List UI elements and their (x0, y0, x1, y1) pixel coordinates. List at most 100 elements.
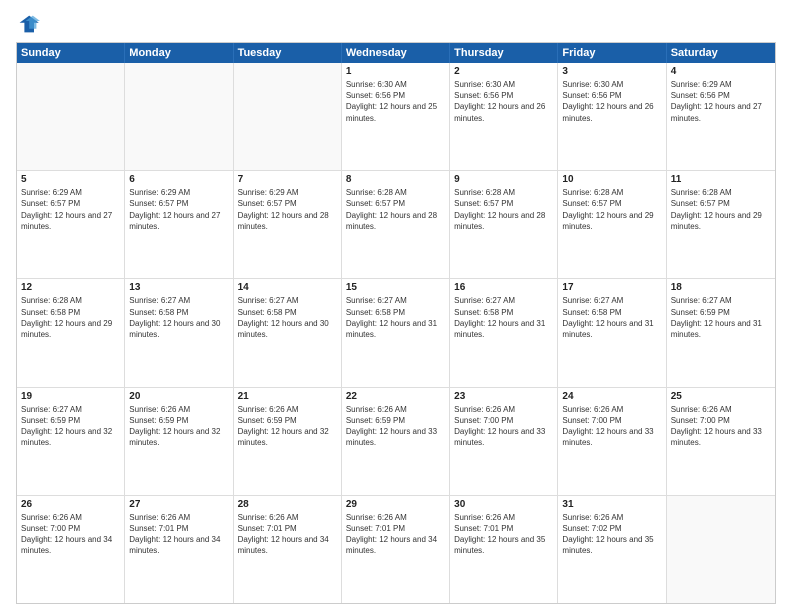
day-number: 28 (238, 499, 337, 510)
day-info: Sunrise: 6:29 AM Sunset: 6:56 PM Dayligh… (671, 79, 771, 124)
day-cell-26: 26 Sunrise: 6:26 AM Sunset: 7:00 PM Dayli… (17, 496, 125, 603)
day-cell-29: 29Sunrise: 6:26 AM Sunset: 7:01 PM Dayli… (342, 496, 450, 603)
day-number: 9 (454, 174, 553, 185)
day-info: Sunrise: 6:26 AM Sunset: 7:00 PM Dayligh… (21, 512, 120, 557)
day-info: Sunrise: 6:26 AM Sunset: 7:00 PM Dayligh… (562, 404, 661, 449)
day-info: Sunrise: 6:29 AM Sunset: 6:57 PM Dayligh… (238, 187, 337, 232)
day-info: Sunrise: 6:26 AM Sunset: 7:00 PM Dayligh… (454, 404, 553, 449)
day-cell-5: 5 Sunrise: 6:29 AM Sunset: 6:57 PM Daylig… (17, 171, 125, 278)
day-number: 26 (21, 499, 120, 510)
day-info: Sunrise: 6:28 AM Sunset: 6:57 PM Dayligh… (562, 187, 661, 232)
day-number: 24 (562, 391, 661, 402)
day-number: 30 (454, 499, 553, 510)
empty-cell (17, 63, 125, 170)
day-info: Sunrise: 6:27 AM Sunset: 6:58 PM Dayligh… (454, 295, 553, 340)
week-row-5: 26 Sunrise: 6:26 AM Sunset: 7:00 PM Dayli… (17, 496, 775, 603)
day-number: 5 (21, 174, 120, 185)
day-number: 2 (454, 66, 553, 77)
day-info: Sunrise: 6:27 AM Sunset: 6:58 PM Dayligh… (346, 295, 445, 340)
day-cell-10: 10 Sunrise: 6:28 AM Sunset: 6:57 PM Dayli… (558, 171, 666, 278)
week-row-2: 5 Sunrise: 6:29 AM Sunset: 6:57 PM Daylig… (17, 171, 775, 279)
day-info: Sunrise: 6:26 AM Sunset: 6:59 PM Dayligh… (129, 404, 228, 449)
calendar-header: SundayMondayTuesdayWednesdayThursdayFrid… (17, 43, 775, 63)
day-info: Sunrise: 6:26 AM Sunset: 7:01 PM Dayligh… (129, 512, 228, 557)
day-cell-9: 9 Sunrise: 6:28 AM Sunset: 6:57 PM Daylig… (450, 171, 558, 278)
day-cell-24: 24 Sunrise: 6:26 AM Sunset: 7:00 PM Dayli… (558, 388, 666, 495)
day-info: Sunrise: 6:30 AM Sunset: 6:56 PM Dayligh… (346, 79, 445, 124)
empty-cell (667, 496, 775, 603)
header-cell-sunday: Sunday (17, 43, 125, 63)
day-info: Sunrise: 6:26 AM Sunset: 6:59 PM Dayligh… (238, 404, 337, 449)
calendar: SundayMondayTuesdayWednesdayThursdayFrid… (16, 42, 776, 604)
day-info: Sunrise: 6:30 AM Sunset: 6:56 PM Dayligh… (562, 79, 661, 124)
day-number: 10 (562, 174, 661, 185)
day-info: Sunrise: 6:27 AM Sunset: 6:59 PM Dayligh… (21, 404, 120, 449)
calendar-body: 1 Sunrise: 6:30 AM Sunset: 6:56 PM Daylig… (17, 63, 775, 603)
day-info: Sunrise: 6:26 AM Sunset: 7:01 PM Dayligh… (238, 512, 337, 557)
day-info: Sunrise: 6:26 AM Sunset: 7:01 PM Dayligh… (454, 512, 553, 557)
day-number: 20 (129, 391, 228, 402)
header-cell-thursday: Thursday (450, 43, 558, 63)
day-cell-1: 1 Sunrise: 6:30 AM Sunset: 6:56 PM Daylig… (342, 63, 450, 170)
day-number: 8 (346, 174, 445, 185)
day-info: Sunrise: 6:27 AM Sunset: 6:58 PM Dayligh… (238, 295, 337, 340)
day-info: Sunrise: 6:26 AM Sunset: 7:00 PM Dayligh… (671, 404, 771, 449)
day-cell-4: 4Sunrise: 6:29 AM Sunset: 6:56 PM Daylig… (667, 63, 775, 170)
day-number: 14 (238, 282, 337, 293)
day-number: 16 (454, 282, 553, 293)
day-number: 13 (129, 282, 228, 293)
day-info: Sunrise: 6:29 AM Sunset: 6:57 PM Dayligh… (21, 187, 120, 232)
day-cell-2: 2 Sunrise: 6:30 AM Sunset: 6:56 PM Daylig… (450, 63, 558, 170)
day-info: Sunrise: 6:27 AM Sunset: 6:59 PM Dayligh… (671, 295, 771, 340)
day-number: 11 (671, 174, 771, 185)
day-cell-13: 13 Sunrise: 6:27 AM Sunset: 6:58 PM Dayli… (125, 279, 233, 386)
day-number: 31 (562, 499, 661, 510)
day-cell-8: 8Sunrise: 6:28 AM Sunset: 6:57 PM Daylig… (342, 171, 450, 278)
day-number: 18 (671, 282, 771, 293)
day-cell-11: 11Sunrise: 6:28 AM Sunset: 6:57 PM Dayli… (667, 171, 775, 278)
header (16, 12, 776, 36)
header-cell-saturday: Saturday (667, 43, 775, 63)
day-info: Sunrise: 6:29 AM Sunset: 6:57 PM Dayligh… (129, 187, 228, 232)
day-info: Sunrise: 6:27 AM Sunset: 6:58 PM Dayligh… (562, 295, 661, 340)
day-number: 17 (562, 282, 661, 293)
header-cell-friday: Friday (558, 43, 666, 63)
day-cell-30: 30 Sunrise: 6:26 AM Sunset: 7:01 PM Dayli… (450, 496, 558, 603)
header-cell-monday: Monday (125, 43, 233, 63)
header-cell-wednesday: Wednesday (342, 43, 450, 63)
day-info: Sunrise: 6:26 AM Sunset: 7:01 PM Dayligh… (346, 512, 445, 557)
day-cell-15: 15Sunrise: 6:27 AM Sunset: 6:58 PM Dayli… (342, 279, 450, 386)
day-number: 3 (562, 66, 661, 77)
day-cell-25: 25 Sunrise: 6:26 AM Sunset: 7:00 PM Dayli… (667, 388, 775, 495)
day-cell-20: 20 Sunrise: 6:26 AM Sunset: 6:59 PM Dayli… (125, 388, 233, 495)
empty-cell (234, 63, 342, 170)
day-number: 7 (238, 174, 337, 185)
day-number: 25 (671, 391, 771, 402)
week-row-3: 12Sunrise: 6:28 AM Sunset: 6:58 PM Dayli… (17, 279, 775, 387)
day-info: Sunrise: 6:28 AM Sunset: 6:57 PM Dayligh… (454, 187, 553, 232)
day-cell-31: 31Sunrise: 6:26 AM Sunset: 7:02 PM Dayli… (558, 496, 666, 603)
day-cell-6: 6Sunrise: 6:29 AM Sunset: 6:57 PM Daylig… (125, 171, 233, 278)
page: SundayMondayTuesdayWednesdayThursdayFrid… (0, 0, 792, 612)
day-cell-19: 19 Sunrise: 6:27 AM Sunset: 6:59 PM Dayli… (17, 388, 125, 495)
day-cell-7: 7 Sunrise: 6:29 AM Sunset: 6:57 PM Daylig… (234, 171, 342, 278)
header-cell-tuesday: Tuesday (234, 43, 342, 63)
day-cell-3: 3 Sunrise: 6:30 AM Sunset: 6:56 PM Daylig… (558, 63, 666, 170)
logo (16, 12, 42, 36)
day-cell-17: 17 Sunrise: 6:27 AM Sunset: 6:58 PM Dayli… (558, 279, 666, 386)
day-number: 1 (346, 66, 445, 77)
day-cell-21: 21Sunrise: 6:26 AM Sunset: 6:59 PM Dayli… (234, 388, 342, 495)
day-cell-12: 12Sunrise: 6:28 AM Sunset: 6:58 PM Dayli… (17, 279, 125, 386)
day-info: Sunrise: 6:30 AM Sunset: 6:56 PM Dayligh… (454, 79, 553, 124)
day-info: Sunrise: 6:27 AM Sunset: 6:58 PM Dayligh… (129, 295, 228, 340)
day-cell-27: 27 Sunrise: 6:26 AM Sunset: 7:01 PM Dayli… (125, 496, 233, 603)
week-row-4: 19 Sunrise: 6:27 AM Sunset: 6:59 PM Dayli… (17, 388, 775, 496)
empty-cell (125, 63, 233, 170)
logo-icon (16, 12, 40, 36)
day-cell-18: 18 Sunrise: 6:27 AM Sunset: 6:59 PM Dayli… (667, 279, 775, 386)
day-number: 19 (21, 391, 120, 402)
day-number: 23 (454, 391, 553, 402)
day-cell-28: 28 Sunrise: 6:26 AM Sunset: 7:01 PM Dayli… (234, 496, 342, 603)
day-number: 27 (129, 499, 228, 510)
day-cell-16: 16 Sunrise: 6:27 AM Sunset: 6:58 PM Dayli… (450, 279, 558, 386)
